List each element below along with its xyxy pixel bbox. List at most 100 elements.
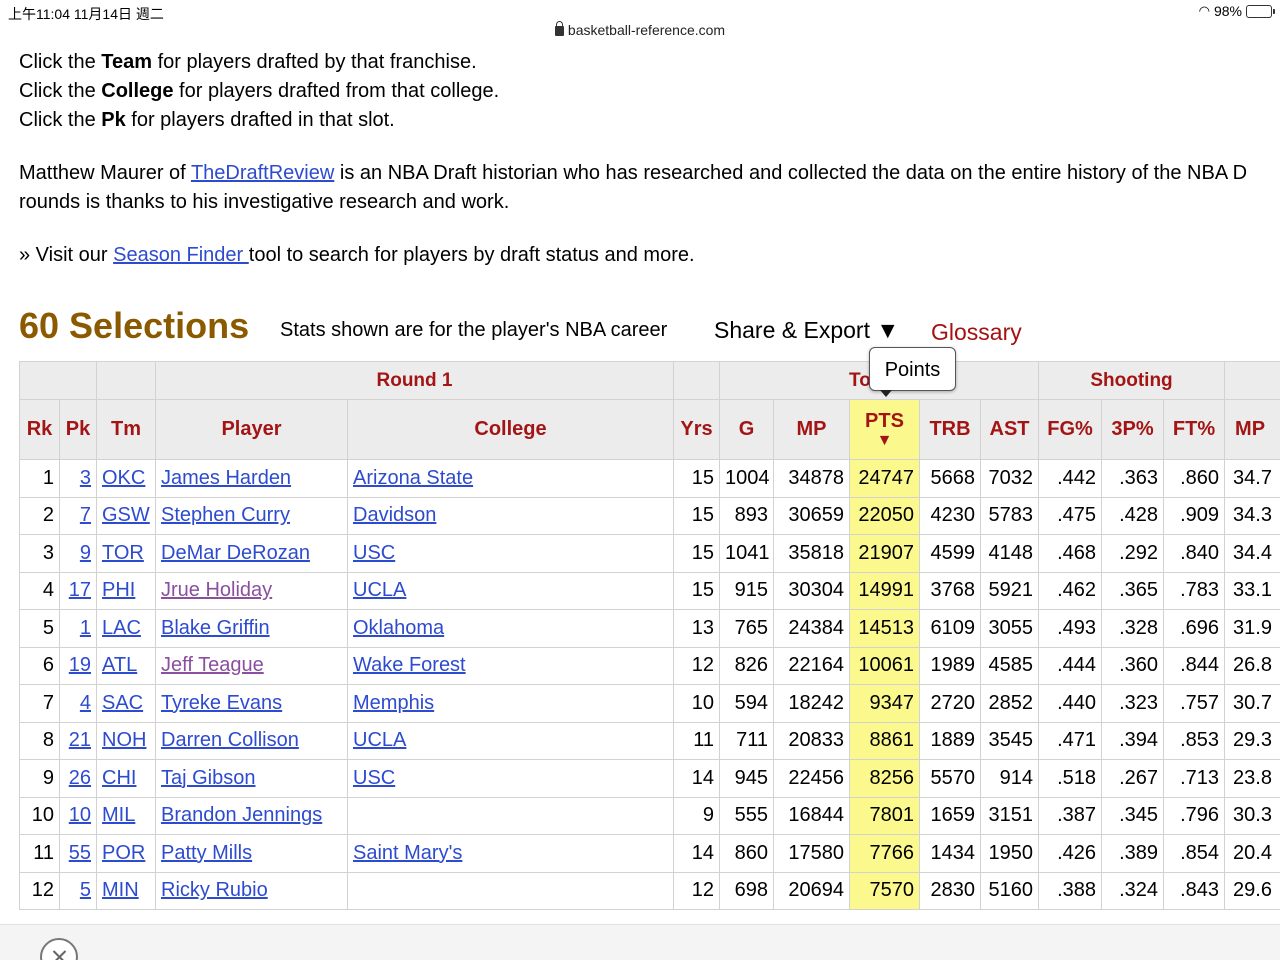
col-g[interactable]: G (719, 399, 774, 460)
cell-mpg: 30.3 (1224, 796, 1280, 835)
cell-mp: 22164 (788, 654, 844, 677)
cell-pk-link[interactable]: 5 (80, 879, 91, 901)
cell-pk-link[interactable]: 17 (69, 579, 91, 601)
cell-player-link[interactable]: Darren Collison (161, 729, 299, 751)
col-tm[interactable]: Tm (96, 399, 156, 460)
cell-player-link[interactable]: James Harden (161, 467, 291, 489)
cell-college-link[interactable]: Saint Mary's (353, 842, 462, 864)
col-pk[interactable]: Pk (59, 399, 97, 460)
cell-pk-link[interactable]: 9 (80, 542, 91, 564)
cell-yrs: 10 (673, 684, 720, 723)
glossary-button[interactable]: Glossary (931, 319, 1022, 346)
cell-college-link[interactable]: Wake Forest (353, 654, 466, 676)
cell-fg: .471 (1038, 721, 1103, 760)
cell-college-link[interactable]: Oklahoma (353, 617, 444, 639)
cell-mpg: 34.3 (1233, 504, 1272, 527)
cell-tm: NOH (96, 721, 156, 760)
cell-college-link[interactable]: Davidson (353, 504, 436, 526)
cell-ast: 5783 (979, 496, 1040, 535)
cell-tm-link[interactable]: LAC (102, 617, 141, 639)
col-rk[interactable]: Rk (19, 399, 60, 460)
cell-college-link[interactable]: Arizona State (353, 467, 473, 489)
cell-tm-link[interactable]: OKC (102, 467, 145, 489)
share-export-button[interactable]: Share & Export ▼ (714, 317, 899, 344)
col-mp[interactable]: MP (773, 399, 850, 460)
col-ast[interactable]: AST (979, 399, 1040, 460)
cell-college-link[interactable]: Memphis (353, 692, 434, 714)
cell-tm-link[interactable]: PHI (102, 579, 135, 601)
cell-pk-link[interactable]: 7 (80, 504, 91, 526)
close-icon[interactable] (40, 938, 78, 960)
cell-tm-link[interactable]: MIN (102, 879, 139, 901)
col-player[interactable]: Player (155, 399, 348, 460)
cell-g: 860 (734, 841, 768, 864)
cell-pk-link[interactable]: 26 (69, 767, 91, 789)
cell-pk-link[interactable]: 1 (80, 617, 91, 639)
section-header: 60 Selections Stats shown are for the pl… (19, 305, 1280, 355)
cell-player-link[interactable]: Tyreke Evans (161, 692, 282, 714)
cell-player-link[interactable]: Jrue Holiday (161, 579, 272, 601)
cell-ast: 2852 (988, 691, 1034, 714)
cell-rk: 1 (42, 466, 54, 489)
col-3p[interactable]: 3P% (1101, 399, 1165, 460)
cell-tm-link[interactable]: SAC (102, 692, 143, 714)
cell-pts: 7570 (869, 879, 915, 902)
season-finder-link[interactable]: Season Finder (113, 244, 249, 266)
col-fg[interactable]: FG% (1038, 399, 1103, 460)
cell-tm-link[interactable]: POR (102, 842, 145, 864)
cell-pk-link[interactable]: 4 (80, 692, 91, 714)
cell-mp: 20694 (788, 879, 844, 902)
cell-rk: 7 (42, 691, 54, 714)
cell-pts: 10061 (858, 654, 914, 677)
table-row: 1 3 OKC James Harden Arizona State 15 1004 3487… (19, 459, 1280, 498)
url-bar[interactable]: basketball-reference.com (0, 21, 1280, 38)
cell-player-link[interactable]: DeMar DeRozan (161, 542, 310, 564)
cell-tm-link[interactable]: CHI (102, 767, 136, 789)
cell-college-link[interactable]: UCLA (353, 579, 406, 601)
cell-pts: 7801 (869, 804, 915, 827)
cell-g: 1004 (719, 459, 774, 498)
cell-three: .323 (1101, 684, 1165, 723)
cell-pk-link[interactable]: 3 (80, 467, 91, 489)
cell-player-link[interactable]: Taj Gibson (161, 767, 256, 789)
cell-pk-link[interactable]: 55 (69, 842, 91, 864)
col-college[interactable]: College (347, 399, 674, 460)
lock-icon (554, 21, 564, 36)
cell-yrs: 9 (702, 804, 714, 827)
thedraftreview-link[interactable]: TheDraftReview (191, 162, 334, 184)
cell-fg: .444 (1057, 654, 1097, 677)
cell-pk: 5 (59, 871, 97, 910)
cell-pts: 24747 (849, 459, 920, 498)
cell-player-link[interactable]: Brandon Jennings (161, 804, 322, 826)
col-yrs[interactable]: Yrs (673, 399, 720, 460)
cell-rk: 5 (19, 609, 60, 648)
cell-player-link[interactable]: Blake Griffin (161, 617, 270, 639)
cell-pk-link[interactable]: 19 (69, 654, 91, 676)
cell-player-link[interactable]: Patty Mills (161, 842, 252, 864)
cell-player-link[interactable]: Ricky Rubio (161, 879, 268, 901)
cell-ft: .840 (1163, 534, 1226, 573)
cell-pk-link[interactable]: 21 (69, 729, 91, 751)
col-ft[interactable]: FT% (1163, 399, 1226, 460)
cell-college-link[interactable]: USC (353, 542, 395, 564)
col-trb[interactable]: TRB (919, 399, 981, 460)
cell-tm-link[interactable]: MIL (102, 804, 135, 826)
col-mp-per-game[interactable]: MP (1224, 399, 1280, 460)
cell-player-link[interactable]: Jeff Teague (161, 654, 264, 676)
cell-fg: .493 (1038, 609, 1103, 648)
cell-yrs: 14 (673, 759, 720, 798)
cell-college-link[interactable]: USC (353, 767, 395, 789)
cell-tm-link[interactable]: ATL (102, 654, 137, 676)
cell-college-link[interactable]: UCLA (353, 729, 406, 751)
cell-ft: .843 (1163, 871, 1226, 910)
col-pts[interactable]: PTS ▼ (849, 399, 920, 460)
cell-pk-link[interactable]: 10 (69, 804, 91, 826)
cell-tm-link[interactable]: NOH (102, 729, 146, 751)
cell-tm-link[interactable]: GSW (102, 504, 150, 526)
cell-tm-link[interactable]: TOR (102, 542, 144, 564)
cell-trb: 4599 (930, 541, 976, 564)
cell-player-link[interactable]: Stephen Curry (161, 504, 290, 526)
cell-mp: 16844 (773, 796, 850, 835)
cell-trb: 1989 (919, 646, 981, 685)
cell-yrs: 12 (691, 879, 714, 902)
